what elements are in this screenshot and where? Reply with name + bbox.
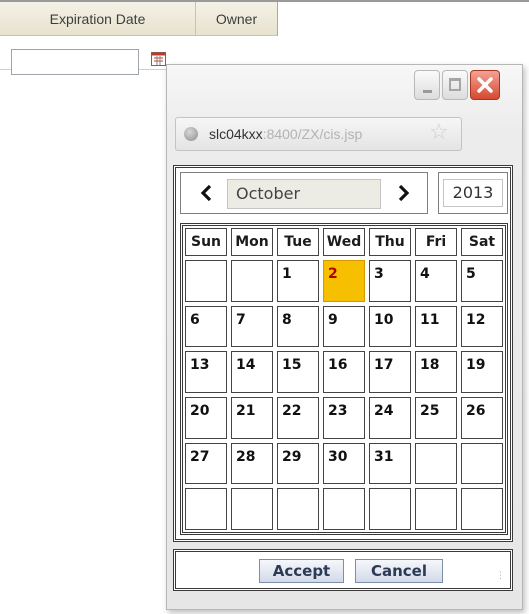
cancel-button[interactable]: Cancel (355, 559, 443, 583)
calendar-icon[interactable] (151, 52, 166, 66)
minimize-icon (423, 90, 432, 93)
day-cell[interactable]: 14 (231, 351, 273, 393)
day-cell[interactable]: 20 (185, 397, 227, 439)
day-cell[interactable]: 26 (461, 397, 503, 439)
day-cell[interactable]: 4 (415, 260, 457, 302)
next-month-icon[interactable] (395, 183, 411, 203)
day-cell[interactable]: 16 (323, 351, 365, 393)
day-cell[interactable]: 13 (185, 351, 227, 393)
date-picker-popup-window: slc04kxx:8400/ZX/cis.jsp ☆ October 2013 … (166, 64, 523, 610)
maximize-button[interactable] (442, 70, 468, 100)
bookmark-star-icon[interactable]: ☆ (429, 121, 449, 145)
day-cell[interactable]: 1 (277, 260, 319, 302)
address-bar[interactable]: slc04kxx:8400/ZX/cis.jsp ☆ (175, 117, 462, 151)
url-host: slc04kxx (209, 126, 263, 142)
day-cell[interactable]: 10 (369, 305, 411, 348)
empty-day-cell (415, 488, 457, 530)
weekday-header: Thu (369, 228, 411, 256)
weekday-header: Tue (277, 228, 319, 256)
day-cell[interactable]: 21 (231, 397, 273, 439)
minimize-button[interactable] (414, 70, 440, 100)
empty-day-cell (415, 442, 457, 485)
day-cell[interactable]: 15 (277, 351, 319, 393)
day-cell[interactable]: 30 (323, 442, 365, 485)
selected-day-cell[interactable]: 2 (323, 260, 365, 302)
day-cell[interactable]: 8 (277, 305, 319, 348)
day-cell[interactable]: 19 (461, 351, 503, 393)
empty-day-cell (369, 488, 411, 530)
empty-day-cell (231, 260, 273, 302)
empty-day-cell (277, 488, 319, 530)
day-cell[interactable]: 3 (369, 260, 411, 302)
month-select[interactable]: October (227, 179, 381, 209)
calendar-days-table: Sun Mon Tue Wed Thu Fri Sat 1 2 3 4 5 6 7 8 9 10 11 12 13 14… (180, 223, 508, 535)
day-cell[interactable]: 24 (369, 397, 411, 439)
day-cell[interactable]: 12 (461, 305, 503, 348)
weekday-header: Mon (231, 228, 273, 256)
day-cell[interactable]: 11 (415, 305, 457, 348)
close-button[interactable] (470, 70, 500, 100)
column-header-owner[interactable]: Owner (196, 2, 278, 36)
empty-day-cell (461, 488, 503, 530)
weekday-header: Wed (323, 228, 365, 256)
day-cell[interactable]: 29 (277, 442, 319, 485)
empty-day-cell (231, 488, 273, 530)
year-container: 2013 (438, 172, 508, 214)
maximize-icon (449, 78, 461, 91)
weekday-header: Fri (415, 228, 457, 256)
day-cell[interactable]: 17 (369, 351, 411, 393)
day-cell[interactable]: 28 (231, 442, 273, 485)
resize-grip-icon[interactable]: ⋮ (496, 572, 506, 584)
day-cell[interactable]: 7 (231, 305, 273, 348)
day-cell[interactable]: 9 (323, 305, 365, 348)
day-cell[interactable]: 25 (415, 397, 457, 439)
empty-day-cell (185, 260, 227, 302)
address-url: slc04kxx:8400/ZX/cis.jsp (209, 126, 362, 142)
close-icon (477, 77, 493, 93)
year-input[interactable]: 2013 (443, 179, 503, 207)
calendar-grid: Sun Mon Tue Wed Thu Fri Sat 1 2 3 4 5 6 7 8 9 10 11 12 13 14… (185, 228, 503, 530)
day-cell[interactable]: 23 (323, 397, 365, 439)
day-cell[interactable]: 22 (277, 397, 319, 439)
expiration-date-input[interactable] (11, 49, 139, 75)
empty-day-cell (461, 442, 503, 485)
dialog-footer: Accept Cancel ⋮ (173, 549, 513, 591)
month-navigator: October (180, 172, 428, 214)
globe-icon (184, 127, 198, 141)
accept-button[interactable]: Accept (259, 559, 344, 583)
url-path: :8400/ZX/cis.jsp (262, 126, 363, 142)
day-cell[interactable]: 6 (185, 305, 227, 348)
day-cell[interactable]: 27 (185, 442, 227, 485)
weekday-header: Sat (461, 228, 503, 256)
weekday-header: Sun (185, 228, 227, 256)
column-header-expiration-date[interactable]: Expiration Date (0, 2, 196, 36)
previous-month-icon[interactable] (199, 183, 215, 203)
empty-day-cell (323, 488, 365, 530)
day-cell[interactable]: 31 (369, 442, 411, 485)
empty-day-cell (185, 488, 227, 530)
calendar-panel: October 2013 Sun Mon Tue Wed Thu Fri Sat 1 2 3 4 5 6… (173, 165, 513, 542)
day-cell[interactable]: 5 (461, 260, 503, 302)
day-cell[interactable]: 18 (415, 351, 457, 393)
